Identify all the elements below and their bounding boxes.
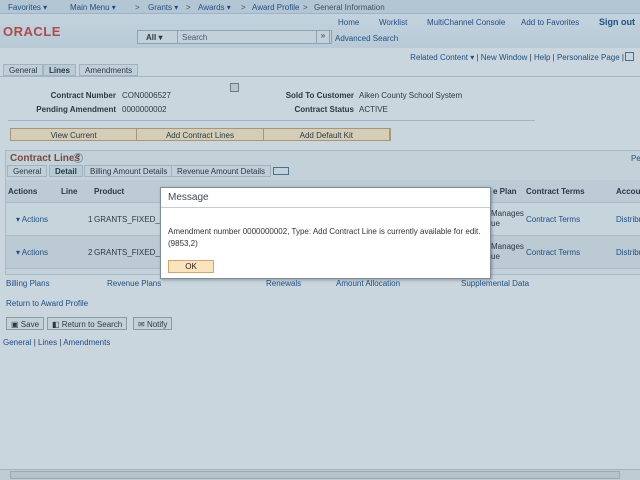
- footer-general-link[interactable]: General: [3, 338, 31, 347]
- contract-status-label: Contract Status: [294, 105, 354, 114]
- tab-general[interactable]: General: [3, 64, 44, 76]
- footer-links: General | Lines | Amendments: [3, 338, 111, 347]
- message-dialog: Message Amendment number 0000000002, Typ…: [160, 187, 491, 279]
- product: GRANTS_FIXED_F: [94, 215, 165, 224]
- awards-menu[interactable]: Awards ▾: [198, 3, 231, 12]
- advanced-search-link[interactable]: Advanced Search: [335, 34, 398, 43]
- scrollbar-thumb[interactable]: [10, 471, 620, 479]
- sold-to-value: Aiken County School System: [359, 91, 463, 100]
- horizontal-scrollbar[interactable]: [0, 469, 640, 480]
- grid-tab-revenue[interactable]: Revenue Amount Details: [171, 165, 272, 177]
- sep: >: [186, 3, 191, 12]
- supplemental-data-link[interactable]: Supplemental Data: [461, 279, 529, 288]
- page-toolbar: Related Content ▾ | New Window | Help | …: [410, 53, 624, 62]
- help-link[interactable]: Help: [534, 53, 550, 62]
- pending-amendment-value: 0000000002: [122, 105, 167, 114]
- personalize-link[interactable]: Personalize Page: [557, 53, 620, 62]
- divider: [0, 76, 640, 77]
- distribution-link[interactable]: Distribu: [616, 215, 640, 224]
- plan: Manages ue: [491, 242, 524, 261]
- dialog-title: Message: [161, 188, 490, 208]
- general-info-crumb: General Information: [314, 3, 385, 12]
- grid-tab-billing[interactable]: Billing Amount Details: [84, 165, 174, 177]
- dialog-message: Amendment number 0000000002, Type: Add C…: [168, 227, 481, 236]
- plan: Manages ue: [491, 209, 524, 228]
- add-favorites-link[interactable]: Add to Favorites: [521, 18, 579, 27]
- sold-to-label: Sold To Customer: [285, 91, 354, 100]
- renewals-link[interactable]: Renewals: [266, 279, 301, 288]
- grid-title: Contract Lines: [10, 153, 81, 164]
- search-bar: All ▾ Search: [137, 30, 332, 44]
- billing-plans-link[interactable]: Billing Plans: [6, 279, 50, 288]
- col-actions: Actions: [8, 187, 38, 196]
- tab-lines[interactable]: Lines: [43, 64, 76, 76]
- grid-tab-general[interactable]: General: [7, 165, 48, 177]
- contract-terms-link[interactable]: Contract Terms: [526, 248, 580, 257]
- document-icon[interactable]: [230, 83, 239, 92]
- tab-amendments[interactable]: Amendments: [79, 64, 139, 76]
- footer-amendments-link[interactable]: Amendments: [63, 338, 110, 347]
- line-number: 1: [88, 215, 93, 224]
- col-contract-terms: Contract Terms: [526, 187, 585, 196]
- return-award-profile-link[interactable]: Return to Award Profile: [6, 299, 88, 308]
- multichannel-link[interactable]: MultiChannel Console: [427, 18, 505, 27]
- grid-tab-detail[interactable]: Detail: [49, 165, 83, 177]
- view-current-button[interactable]: View Current: [11, 129, 138, 140]
- grants-menu[interactable]: Grants ▾: [148, 3, 178, 12]
- award-profile-crumb[interactable]: Award Profile: [252, 3, 299, 12]
- sep: >: [303, 3, 308, 12]
- search-scope-select[interactable]: All ▾: [138, 31, 178, 43]
- notify-button[interactable]: ✉ Notify: [133, 317, 173, 330]
- col-plan: e Plan: [493, 187, 517, 196]
- actions-menu[interactable]: ▾ Actions: [16, 248, 48, 257]
- home-link[interactable]: Home: [338, 18, 359, 27]
- search-input[interactable]: Search: [178, 31, 331, 43]
- distribution-link[interactable]: Distribu: [616, 248, 640, 257]
- search-go-icon[interactable]: »: [316, 30, 330, 44]
- favorites-menu[interactable]: Favorites ▾: [8, 3, 47, 12]
- sep: >: [241, 3, 246, 12]
- contract-number-label: Contract Number: [50, 91, 116, 100]
- breadcrumb-bar: Favorites ▾ Main Menu ▾ > Grants ▾ > Awa…: [0, 0, 640, 14]
- oracle-logo: ORACLE: [3, 24, 61, 39]
- line-number: 2: [88, 248, 93, 257]
- dialog-code: (9853,2): [168, 239, 198, 248]
- related-content-link[interactable]: Related Content ▾: [410, 53, 474, 62]
- col-line: Line: [61, 187, 78, 196]
- amount-allocation-link[interactable]: Amount Allocation: [336, 279, 400, 288]
- add-default-kit-button[interactable]: Add Default Kit: [263, 129, 390, 140]
- contract-terms-link[interactable]: Contract Terms: [526, 215, 580, 224]
- sep: >: [135, 3, 140, 12]
- actions-menu[interactable]: ▾ Actions: [16, 215, 48, 224]
- action-buttons: View Current Add Contract Lines Add Defa…: [10, 128, 391, 141]
- main-menu[interactable]: Main Menu ▾: [70, 3, 116, 12]
- ok-button[interactable]: OK: [168, 260, 214, 273]
- revenue-plans-link[interactable]: Revenue Plans: [107, 279, 161, 288]
- grid-icon[interactable]: [625, 52, 634, 61]
- return-to-search-button[interactable]: ◧ Return to Search: [47, 317, 128, 330]
- pending-amendment-label: Pending Amendment: [36, 105, 116, 114]
- contract-number-value: CON0006527: [122, 91, 171, 100]
- personalize-grid-link[interactable]: Pe: [631, 154, 640, 163]
- add-contract-lines-button[interactable]: Add Contract Lines: [137, 129, 264, 140]
- contract-status-value: ACTIVE: [359, 105, 388, 114]
- col-product: Product: [94, 187, 125, 196]
- col-account: Accoun: [616, 187, 640, 196]
- new-window-link[interactable]: New Window: [481, 53, 528, 62]
- save-button[interactable]: ▣ Save: [6, 317, 45, 330]
- sign-out-link[interactable]: Sign out: [599, 17, 635, 27]
- worklist-link[interactable]: Worklist: [379, 18, 407, 27]
- divider: [8, 120, 535, 121]
- product: GRANTS_FIXED_F: [94, 248, 165, 257]
- help-icon[interactable]: ?: [73, 153, 83, 163]
- footer-lines-link[interactable]: Lines: [38, 338, 57, 347]
- show-all-columns-icon[interactable]: [273, 167, 289, 175]
